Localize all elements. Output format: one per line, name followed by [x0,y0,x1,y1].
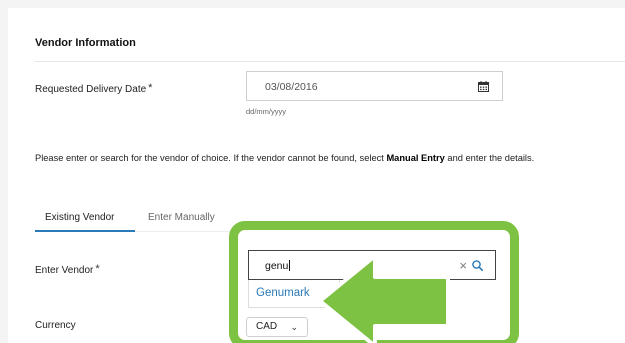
instructions-text-2: and enter the details. [444,153,535,163]
vendor-input-text: genu [265,260,289,272]
vendor-instructions: Please enter or search for the vendor of… [35,153,534,163]
green-arrow-annotation [318,254,450,343]
section-divider [35,61,625,62]
calendar-icon[interactable] [478,81,489,92]
delivery-date-label: Requested Delivery Date [35,84,147,95]
vendor-information-card: Vendor Information Requested Delivery Da… [8,8,625,343]
active-tab-indicator [35,230,135,232]
vendor-label-row: Enter Vendor * [35,263,100,276]
vendor-label: Enter Vendor [35,265,94,276]
currency-select[interactable]: CAD ⌄ [246,317,308,337]
text-caret [289,260,291,271]
vendor-input-value: genu [265,260,291,272]
vendor-suggestion-item[interactable]: Genumark [256,287,310,299]
chevron-down-icon: ⌄ [290,322,298,332]
delivery-date-input[interactable]: 03/08/2016 [246,71,503,101]
tab-bar-line [135,231,235,232]
date-format-hint: dd/mm/yyyy [246,107,287,116]
delivery-date-value: 03/08/2016 [265,81,318,93]
required-marker: * [148,82,153,94]
section-title: Vendor Information [35,37,136,49]
delivery-date-label-row: Requested Delivery Date * [35,82,153,95]
instructions-emphasis: Manual Entry [386,153,445,163]
currency-value: CAD [256,321,278,332]
tab-enter-manually[interactable]: Enter Manually [148,212,215,223]
tab-existing-vendor[interactable]: Existing Vendor [45,212,115,223]
page-background: Vendor Information Requested Delivery Da… [0,0,625,343]
currency-label: Currency [35,320,76,331]
instructions-text-1: Please enter or search for the vendor of… [35,153,387,163]
required-marker: * [95,263,100,275]
